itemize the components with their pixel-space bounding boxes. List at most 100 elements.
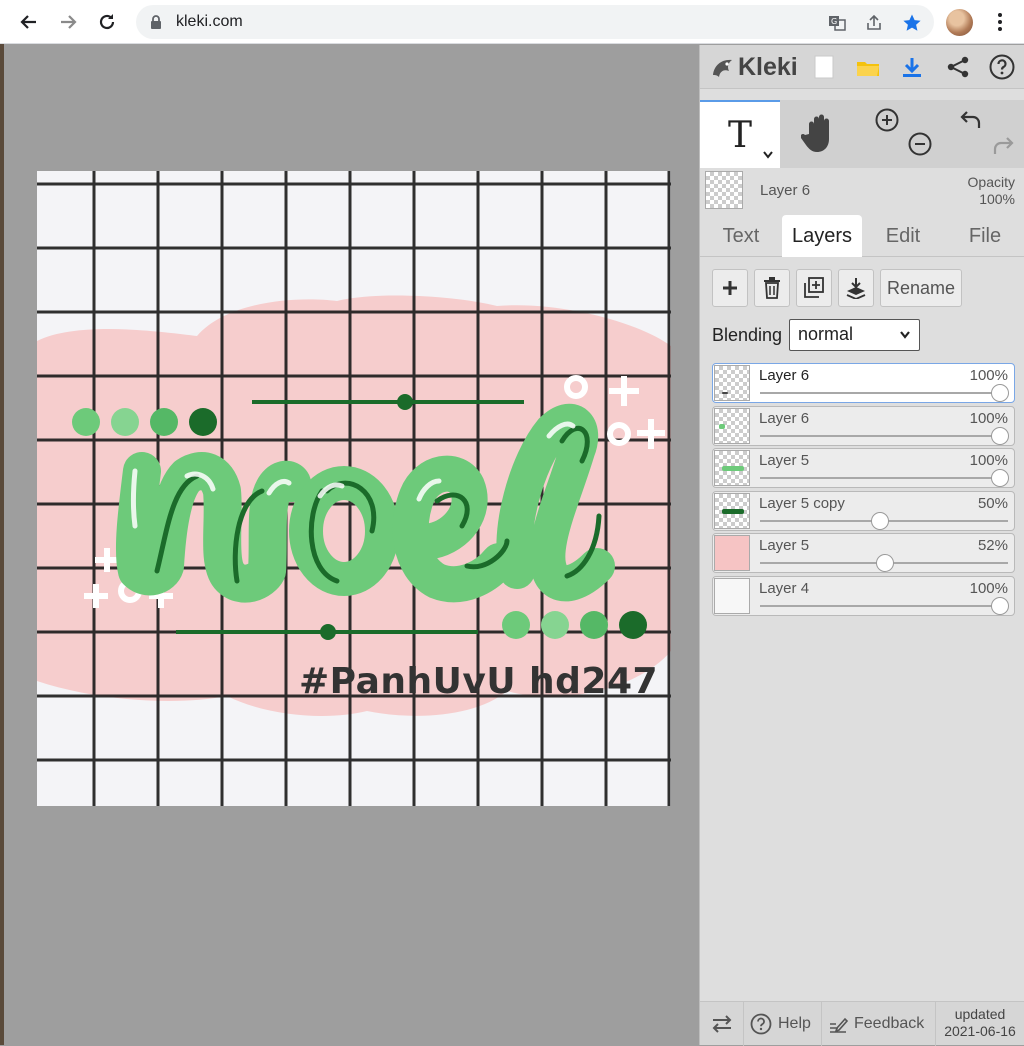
lock-icon[interactable] [150, 15, 162, 34]
feedback-label: Feedback [854, 1015, 925, 1032]
layer-opacity-slider-track[interactable] [760, 434, 1008, 437]
layer-thumbnail [714, 365, 750, 401]
drawing-canvas[interactable]: #PanhUvU hd247 [37, 171, 671, 806]
blending-select[interactable]: normal [789, 319, 920, 351]
address-bar[interactable]: kleki.com G [136, 5, 934, 39]
active-layer-name: Layer 6 [760, 182, 811, 199]
forward-arrow-icon[interactable] [53, 7, 83, 37]
layer-opacity-slider-knob[interactable] [991, 384, 1009, 402]
artwork-svg [37, 171, 671, 806]
duplicate-layer-button[interactable] [796, 269, 832, 307]
layer-opacity: 100% [969, 452, 1008, 470]
back-arrow-icon[interactable] [14, 7, 44, 37]
artwork-tag-right: hd247 [529, 661, 659, 702]
swap-arrows-icon [712, 1015, 731, 1033]
help-icon [750, 1013, 772, 1035]
layer-row[interactable]: Layer 6 100% [712, 363, 1015, 403]
layer-opacity-slider-knob[interactable] [991, 597, 1009, 615]
swap-side-button[interactable] [700, 1002, 744, 1046]
updated-label: updated [954, 1006, 1006, 1022]
layer-thumbnail [714, 492, 750, 529]
layer-row[interactable]: Layer 5 52% [712, 533, 1015, 574]
thumbnail-mark [722, 466, 744, 472]
opacity-value: 100% [979, 191, 1015, 207]
help-button[interactable]: Help [744, 1002, 822, 1046]
layer-opacity: 100% [969, 409, 1008, 427]
opacity-label: Opacity [967, 174, 1015, 190]
layer-opacity-slider-knob[interactable] [875, 554, 894, 573]
merge-layer-button[interactable] [838, 269, 874, 307]
tab-edit[interactable]: Edit [868, 215, 938, 257]
layer-opacity: 50% [977, 494, 1008, 512]
layer-thumbnail [714, 578, 750, 614]
updated-info: updated 2021-06-16 [938, 1006, 1022, 1040]
url-text[interactable]: kleki.com [176, 13, 243, 31]
browser-toolbar: kleki.com G [0, 0, 1024, 44]
layer-opacity-slider-track[interactable] [760, 477, 1008, 480]
active-layer-header: Layer 6 Opacity 100% [700, 169, 1024, 213]
translate-icon[interactable]: G [826, 12, 848, 34]
feedback-pen-icon [830, 1017, 848, 1033]
blending-value: normal [798, 324, 854, 344]
panel-footer: Help Feedback updated 2021-06-16 [700, 1001, 1024, 1046]
layer-opacity: 52% [977, 537, 1008, 555]
tab-file[interactable]: File [950, 215, 1020, 257]
delete-layer-button[interactable] [754, 269, 790, 307]
blending-label: Blending [712, 325, 783, 345]
layer-thumbnail [714, 407, 750, 444]
layer-name: Layer 5 [759, 452, 810, 470]
reload-icon[interactable] [92, 7, 122, 37]
download-icon[interactable] [898, 53, 926, 81]
merge-down-icon [846, 278, 866, 299]
more-icon[interactable] [990, 10, 1010, 34]
layer-name: Layer 6 [759, 409, 810, 427]
active-layer-thumbnail [705, 171, 743, 209]
layer-name: Layer 5 copy [759, 494, 845, 512]
tab-layers[interactable]: Layers [782, 215, 862, 257]
star-icon[interactable] [901, 12, 923, 34]
redo-icon[interactable] [988, 132, 1018, 160]
app-logo[interactable]: Kleki [710, 53, 798, 82]
new-file-icon[interactable] [810, 53, 838, 81]
avatar[interactable] [946, 9, 973, 36]
svg-text:G: G [831, 17, 837, 26]
kleki-bird-icon [713, 59, 732, 77]
rename-layer-button[interactable]: Rename [880, 269, 962, 307]
layer-opacity-slider-track[interactable] [760, 605, 1008, 607]
thumbnail-mark [722, 508, 744, 514]
share-icon[interactable] [863, 12, 885, 34]
open-folder-icon[interactable] [854, 53, 882, 81]
layer-thumbnail [714, 450, 750, 487]
thumbnail-mark [722, 392, 728, 394]
add-layer-button[interactable] [712, 269, 748, 307]
layer-row[interactable]: Layer 5 copy 50% [712, 490, 1015, 531]
zoom-out-icon[interactable] [905, 130, 935, 158]
thumbnail-mark [719, 423, 725, 429]
hand-icon [801, 114, 829, 152]
layer-opacity-slider-track[interactable] [760, 392, 1008, 394]
layer-opacity: 100% [969, 367, 1008, 384]
zoom-in-icon[interactable] [872, 106, 902, 134]
chevron-down-icon[interactable] [762, 150, 774, 160]
text-tool[interactable]: T [700, 100, 780, 168]
opacity-readout: Opacity 100% [968, 174, 1015, 208]
share-network-icon[interactable] [944, 53, 972, 81]
layer-row[interactable]: Layer 6 100% [712, 405, 1015, 446]
plus-icon [723, 281, 737, 295]
help-label: Help [778, 1015, 811, 1032]
artwork-tag-left: #PanhUvU [299, 661, 517, 702]
layer-row[interactable]: Layer 5 100% [712, 448, 1015, 489]
tab-text[interactable]: Text [706, 215, 776, 257]
undo-icon[interactable] [956, 106, 986, 134]
feedback-button[interactable]: Feedback [822, 1002, 936, 1046]
updated-date: 2021-06-16 [944, 1023, 1016, 1039]
tool-row: T [700, 100, 1024, 168]
help-circle-icon[interactable] [988, 53, 1016, 81]
layer-opacity: 100% [969, 580, 1008, 597]
layer-opacity-slider-knob[interactable] [991, 426, 1009, 445]
layer-opacity-slider-knob[interactable] [871, 511, 889, 530]
app-name: Kleki [738, 53, 798, 81]
layer-opacity-slider-knob[interactable] [991, 469, 1009, 488]
layer-row[interactable]: Layer 4 100% [712, 576, 1015, 616]
hand-tool[interactable] [780, 100, 860, 168]
